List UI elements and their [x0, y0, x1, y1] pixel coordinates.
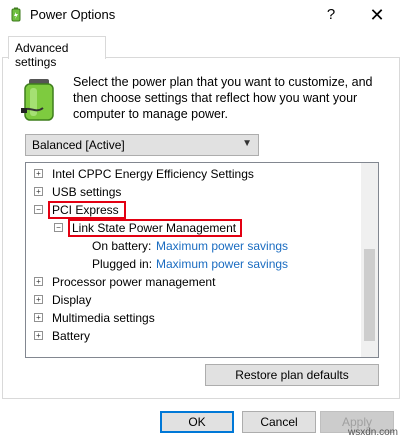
expand-icon[interactable]: +: [34, 187, 43, 196]
expand-icon[interactable]: +: [34, 277, 43, 286]
tree-item-label: USB settings: [52, 185, 122, 199]
tree-item-label: Processor power management: [52, 275, 216, 289]
tab-label: Advanced settings: [15, 41, 69, 69]
highlight-box: [48, 201, 126, 219]
tree-item-label: Plugged in:: [92, 257, 153, 271]
battery-plug-icon: [21, 79, 54, 121]
plugged-in-value-link[interactable]: Maximum power savings: [156, 255, 288, 273]
tab-advanced-settings[interactable]: Advanced settings: [8, 36, 106, 69]
expand-icon[interactable]: +: [34, 169, 43, 178]
power-options-icon: [11, 7, 21, 22]
expand-icon[interactable]: +: [34, 295, 43, 304]
cancel-button[interactable]: Cancel: [242, 411, 316, 433]
chevron-down-icon: ▼: [242, 138, 252, 149]
expand-icon[interactable]: +: [34, 313, 43, 322]
title-bar: Power Options ? ✕: [0, 0, 402, 30]
power-plan-select[interactable]: Balanced [Active] ▼: [25, 134, 259, 156]
expand-icon[interactable]: +: [34, 331, 43, 340]
watermark: wsxdn.com: [347, 427, 398, 438]
scroll-thumb[interactable]: [364, 249, 375, 341]
tree-item-label: Display: [52, 293, 92, 307]
window-title: Power Options: [30, 7, 116, 22]
collapse-icon[interactable]: −: [54, 223, 63, 232]
tree-scrollbar[interactable]: [361, 163, 378, 357]
settings-tree[interactable]: + Intel CPPC Energy Efficiency Settings …: [25, 162, 379, 358]
restore-defaults-button[interactable]: Restore plan defaults: [205, 364, 379, 386]
collapse-icon[interactable]: −: [34, 205, 43, 214]
tree-item-label: On battery:: [92, 239, 152, 253]
plan-select-value: Balanced [Active]: [32, 138, 125, 152]
ok-button[interactable]: OK: [160, 411, 234, 433]
settings-panel: Select the power plan that you want to c…: [2, 57, 400, 399]
help-button[interactable]: ?: [318, 3, 344, 27]
on-battery-value-link[interactable]: Maximum power savings: [156, 237, 288, 255]
tree-item-label: Multimedia settings: [52, 311, 155, 325]
tree-item-label: Battery: [52, 329, 91, 343]
highlight-box: [68, 219, 242, 237]
description-text: Select the power plan that you want to c…: [73, 75, 373, 121]
tree-item-label: Intel CPPC Energy Efficiency Settings: [52, 167, 254, 181]
close-button[interactable]: ✕: [362, 3, 392, 27]
